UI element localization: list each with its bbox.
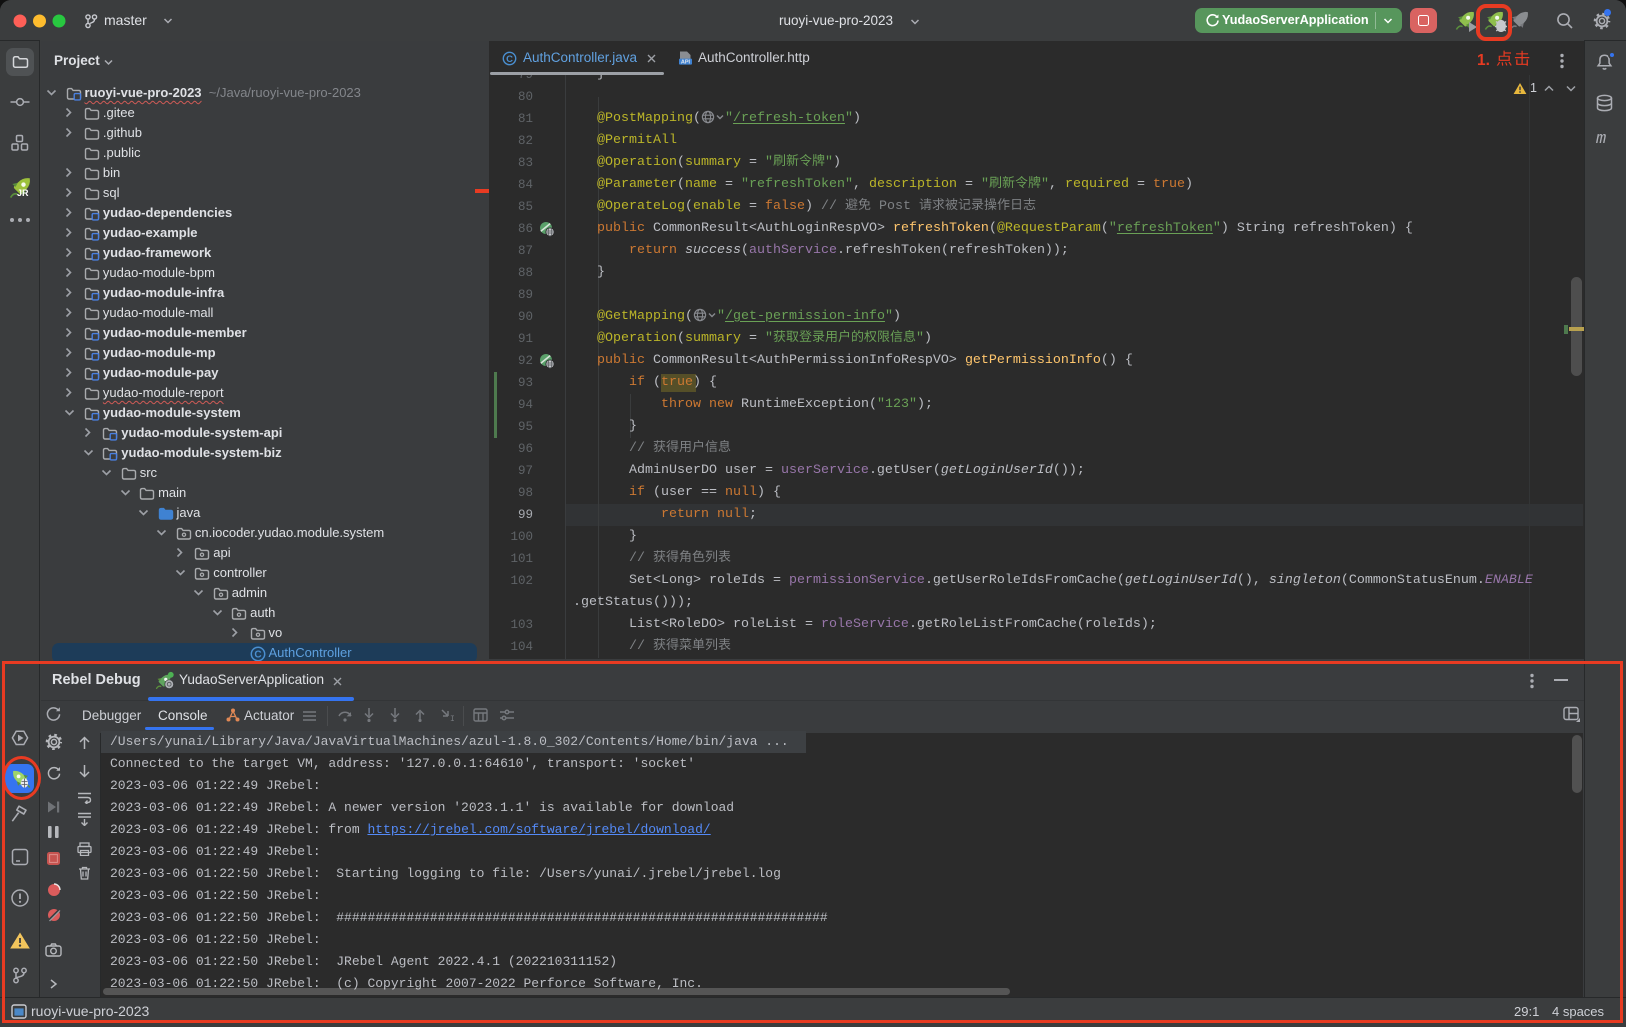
svg-text:C: C — [506, 54, 513, 65]
svg-text:JR: JR — [17, 188, 29, 198]
svg-text:C: C — [254, 649, 261, 660]
svg-text:API: API — [681, 59, 691, 65]
